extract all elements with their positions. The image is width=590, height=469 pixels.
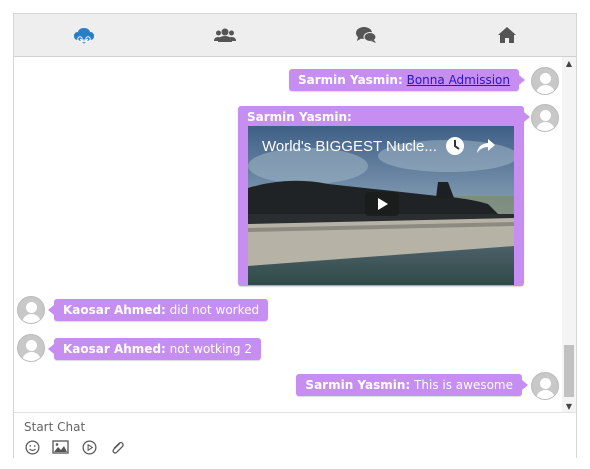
tab-chats[interactable] [296, 14, 436, 56]
video-message-bubble: Sarmin Yasmin: World's BIGGEST Nucle... [238, 106, 530, 286]
message-sender: Sarmin Yasmin: [305, 378, 411, 392]
watch-later-icon[interactable] [445, 136, 465, 156]
avatar [531, 104, 559, 132]
scroll-thumb[interactable] [564, 345, 574, 397]
users-icon [214, 28, 236, 42]
emoji-button[interactable] [23, 439, 41, 455]
message-bubble: Sarmin Yasmin: Bonna Admission [288, 69, 526, 91]
home-icon [498, 27, 516, 43]
scroll-up-arrow[interactable]: ▲ [562, 57, 576, 69]
chat-input[interactable] [24, 419, 424, 435]
video-title: World's BIGGEST Nucle... [262, 138, 437, 155]
messages-scrollbar[interactable]: ▲ ▼ [562, 57, 576, 412]
avatar [17, 334, 45, 362]
message-list: Sarmin Yasmin: Bonna Admission Sarmin Ya… [14, 57, 562, 412]
chat-composer [14, 412, 576, 458]
message-bubble: Sarmin Yasmin: This is awesome [296, 374, 528, 396]
tab-contacts[interactable] [155, 14, 295, 56]
image-icon [51, 440, 69, 454]
video-play-icon [82, 440, 96, 454]
chat-window: Sarmin Yasmin: Bonna Admission Sarmin Ya… [13, 13, 577, 458]
message-text: did not worked [169, 303, 260, 317]
message-sender: Sarmin Yasmin: [297, 73, 403, 87]
image-button[interactable] [51, 439, 69, 455]
attachment-icon [111, 441, 124, 454]
message-text: This is awesome [414, 378, 513, 392]
attachment-button[interactable] [108, 439, 126, 455]
message-link[interactable]: Bonna Admission [407, 73, 510, 87]
message-bubble: Kaosar Ahmed: not wotking 2 [48, 338, 261, 360]
message-sender: Sarmin Yasmin: [247, 110, 352, 124]
avatar [531, 372, 559, 400]
avatar [531, 67, 559, 95]
cloud-share-icon [74, 28, 94, 44]
message-bubble: Kaosar Ahmed: did not worked [47, 299, 269, 321]
message-sender: Kaosar Ahmed: [63, 303, 166, 317]
emoji-icon [25, 440, 39, 454]
message-text: not wotking 2 [169, 342, 252, 356]
tab-home[interactable] [437, 14, 577, 56]
tab-cloud-share[interactable] [14, 14, 154, 56]
video-button[interactable] [80, 439, 98, 455]
avatar [17, 296, 45, 324]
comments-icon [356, 27, 377, 43]
video-player[interactable]: World's BIGGEST Nucle... [248, 126, 514, 285]
message-sender: Kaosar Ahmed: [63, 342, 166, 356]
share-icon[interactable] [476, 137, 496, 155]
scroll-down-arrow[interactable]: ▼ [562, 400, 576, 412]
chat-tab-bar [14, 14, 576, 57]
